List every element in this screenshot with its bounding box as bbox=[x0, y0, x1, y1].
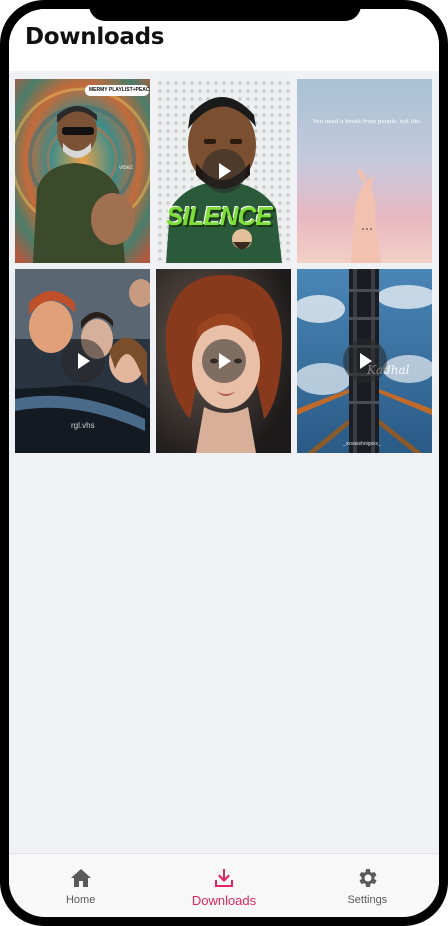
downloads-grid: MERMY PLAYLIST+PEAC vibez SILENCE You ne… bbox=[15, 79, 432, 453]
nav-label-home: Home bbox=[65, 894, 96, 906]
thumbnail-image bbox=[297, 79, 432, 263]
bottom-navigation: Home Downloads Settings bbox=[9, 853, 439, 917]
download-item[interactable]: Kadhal _xxvasshnigxxx_ bbox=[297, 269, 432, 453]
nav-label-settings: Settings bbox=[347, 894, 388, 906]
nav-label-downloads: Downloads bbox=[191, 893, 257, 908]
thumbnail-image bbox=[15, 79, 150, 263]
overlay-text: You need a break from people, not life. bbox=[313, 119, 422, 125]
nav-item-settings[interactable]: Settings bbox=[296, 854, 439, 917]
overlay-text: MERMY PLAYLIST+PEAC bbox=[89, 87, 150, 93]
watermark-text: _xxvasshnigxxx_ bbox=[343, 441, 381, 447]
play-button[interactable] bbox=[60, 339, 105, 383]
device-notch bbox=[89, 9, 361, 21]
download-icon bbox=[214, 869, 233, 887]
nav-item-home[interactable]: Home bbox=[9, 854, 152, 917]
page-title: Downloads bbox=[25, 24, 165, 50]
app-screen: Downloads MERMY PLAYLIST+PEAC vibez SILE… bbox=[9, 9, 439, 917]
play-button[interactable] bbox=[201, 149, 246, 193]
download-item[interactable]: SILENCE bbox=[156, 79, 291, 263]
phone-frame: Downloads MERMY PLAYLIST+PEAC vibez SILE… bbox=[0, 0, 448, 926]
overlay-text: rgl.vhs bbox=[71, 421, 95, 430]
play-button[interactable] bbox=[342, 339, 387, 383]
home-icon bbox=[70, 869, 91, 887]
watermark-text: vibez bbox=[119, 165, 134, 171]
play-button[interactable] bbox=[201, 339, 246, 383]
downloads-content: MERMY PLAYLIST+PEAC vibez SILENCE You ne… bbox=[9, 71, 439, 853]
overlay-text: SILENCE bbox=[166, 201, 273, 231]
download-item[interactable]: rgl.vhs bbox=[15, 269, 150, 453]
gear-icon bbox=[359, 869, 377, 887]
download-item[interactable]: MERMY PLAYLIST+PEAC vibez bbox=[15, 79, 150, 263]
nav-item-downloads[interactable]: Downloads bbox=[152, 854, 295, 917]
download-item[interactable] bbox=[156, 269, 291, 453]
download-item[interactable]: You need a break from people, not life. bbox=[297, 79, 432, 263]
